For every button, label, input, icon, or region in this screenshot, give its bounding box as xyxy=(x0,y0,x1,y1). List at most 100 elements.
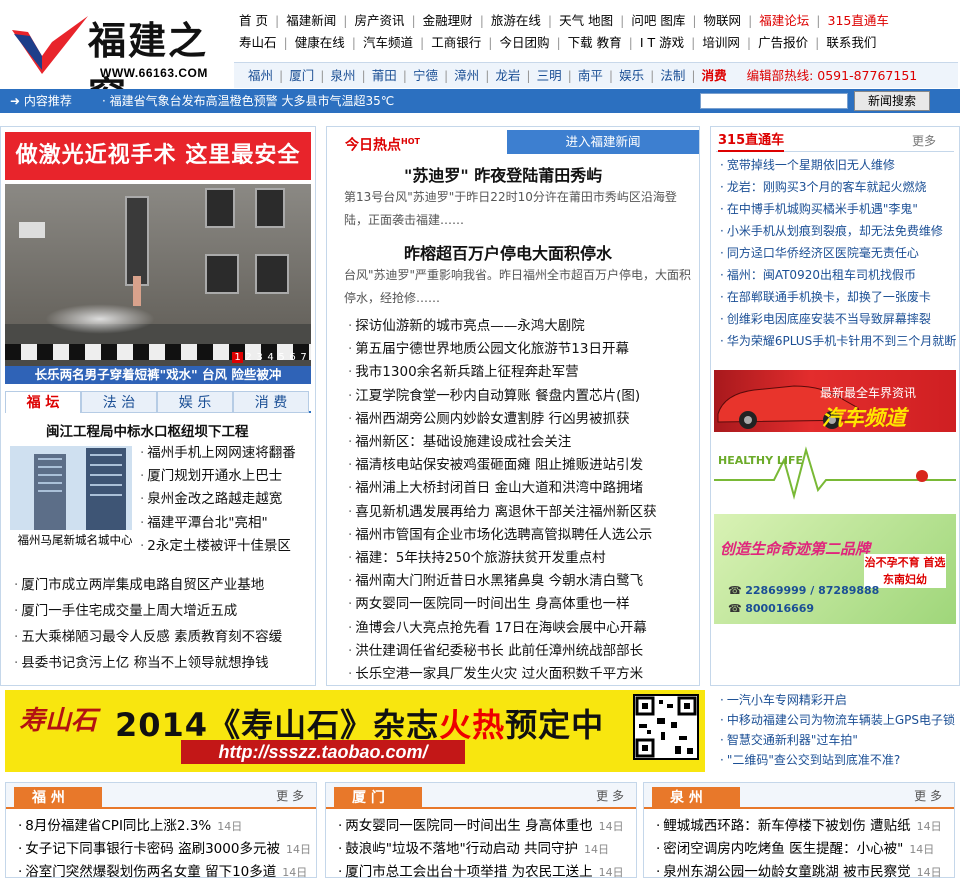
nav-item[interactable]: 下载 教育 xyxy=(561,32,629,54)
left-tab[interactable]: 福 坛 xyxy=(5,391,81,413)
city-more-link[interactable]: 更 多 xyxy=(596,787,624,805)
list-item[interactable]: 福州南大门附近昔日水黑猪鼻臭 今朝水清白鹭飞 xyxy=(348,570,657,593)
nav-item[interactable]: 首 页 xyxy=(232,10,275,32)
row-title[interactable]: 8月份福建省CPI同比上涨2.3% xyxy=(25,818,211,834)
list-item[interactable]: 第五届宁德世界地质公园文化旅游节13日开幕 xyxy=(348,338,657,361)
row-title[interactable]: 泉州东湖公园一幼龄女童跳湖 被市民察觉 xyxy=(663,864,910,880)
nav-item[interactable]: 物联网 xyxy=(697,10,749,32)
list-item[interactable]: 五大乘梯陋习最令人反感 素质教育刻不容缓 xyxy=(14,624,282,650)
city-nav-item[interactable]: 龙岩 xyxy=(489,63,526,89)
list-item[interactable]: 江夏学院食堂一秒内自动算账 餐盘内置芯片(图) xyxy=(348,385,657,408)
headline-1[interactable]: "苏迪罗" 昨夜登陆莆田秀屿 xyxy=(404,162,602,186)
recommend-text[interactable]: · 福建省气象台发布高温橙色预警 大多县市气温超35℃ xyxy=(102,89,394,113)
nav-item[interactable]: 寿山石 xyxy=(232,32,284,54)
right-more-link[interactable]: 更多 xyxy=(912,130,936,152)
list-item[interactable]: 福州浦上大桥封闭首日 金山大道和洪湾中路拥堵 xyxy=(348,477,657,500)
site-logo[interactable]: 福建之窗 WWW.66163.COM xyxy=(8,8,228,118)
list-item[interactable]: 福清核电站保安被鸡蛋砸面瘫 阻止摊贩进站引发 xyxy=(348,454,657,477)
list-item[interactable]: 福建：5年扶持250个旅游扶贫开发重点村 xyxy=(348,547,657,570)
feature-title[interactable]: 闽江工程局中标水口枢纽坝下工程 xyxy=(46,420,249,440)
pager-item[interactable]: 3 xyxy=(254,352,265,363)
city-more-link[interactable]: 更 多 xyxy=(276,787,304,805)
right-label[interactable]: 315直通车 xyxy=(718,130,785,152)
car-channel-ad[interactable]: 最新最全车界资讯 汽车频道 xyxy=(714,370,956,432)
list-item[interactable]: 在部郸联通手机换卡，却换了一张废卡 xyxy=(720,286,956,308)
list-item[interactable]: 厦门市成立两岸集成电路自贸区产业基地 xyxy=(14,572,282,598)
list-item[interactable]: 福州：闽AT0920出租车司机找假币 xyxy=(720,264,956,286)
city-nav-item[interactable]: 宁德 xyxy=(407,63,444,89)
enter-fujian-news-link[interactable]: 进入福建新闻 xyxy=(507,130,699,154)
list-item[interactable]: 泉州金改之路越走越宽 xyxy=(140,488,296,511)
row-title[interactable]: 浴室门突然爆裂划伤两名女童 留下10多道 xyxy=(25,864,276,880)
photo-slideshow[interactable]: 1234567 长乐两名男子穿着短裤"戏水" 台风 险些被冲 xyxy=(5,184,311,384)
lasik-ad[interactable]: 做激光近视手术 这里最安全 xyxy=(5,132,311,180)
list-item[interactable]: 龙岩：刚购买3个月的客车就起火燃烧 xyxy=(720,176,956,198)
city-nav-item[interactable]: 泉州 xyxy=(324,63,361,89)
city-nav-item[interactable]: 厦门 xyxy=(283,63,320,89)
row-title[interactable]: 两女婴同一医院同一时间出生 身高体重也 xyxy=(345,818,592,834)
list-item[interactable]: 华为荣耀6PLUS手机卡针用不到三个月就断 xyxy=(720,330,956,352)
list-item[interactable]: 福建平潭台北"亮相" xyxy=(140,512,296,535)
nav-item[interactable]: I T 游戏 xyxy=(633,32,691,54)
nav-item[interactable]: 问吧 图库 xyxy=(624,10,692,32)
list-item[interactable]: 渔博会八大亮点抢先看 17日在海峡会展中心开幕 xyxy=(348,617,657,640)
list-item[interactable]: 县委书记贪污上亿 称当不上领导就想挣钱 xyxy=(14,650,282,676)
list-item[interactable]: 宽带掉线一个星期依旧无人维修 xyxy=(720,154,956,176)
table-row[interactable]: 鼓浪屿"垃圾不落地"行动启动 共同守护 14日 xyxy=(338,838,609,861)
list-item[interactable]: 洪仕建调任省纪委秘书长 此前任漳州统战部部长 xyxy=(348,640,657,663)
row-title[interactable]: 厦门市总工会出台十项举措 为农民工送上 xyxy=(345,864,592,880)
table-row[interactable]: 女子记下同事银行卡密码 盗刷3000多元被 14日 xyxy=(18,838,311,861)
table-row[interactable]: 8月份福建省CPI同比上涨2.3% 14日 xyxy=(18,815,242,838)
headline-2[interactable]: 昨榕超百万户停电大面积停水 xyxy=(404,240,612,264)
table-row[interactable]: 鲤城城西环路：新车停楼下被划伤 遭贴纸 14日 xyxy=(656,815,941,838)
feature-image[interactable] xyxy=(10,446,132,530)
clinic-ad[interactable]: 创造生命奇迹第二品牌 治不孕不育 首选东南妇幼 ☎ 22869999 / 872… xyxy=(714,514,956,624)
pager-item[interactable]: 5 xyxy=(276,352,287,363)
nav-item[interactable]: 天气 地图 xyxy=(552,10,620,32)
table-row[interactable]: 密闭空调房内吃烤鱼 医生提醒：小心被" 14日 xyxy=(656,838,934,861)
list-item[interactable]: 厦门一手住宅成交量上周大增近五成 xyxy=(14,598,282,624)
list-item[interactable]: 智慧交通新利器"过车拍" xyxy=(720,730,956,750)
city-label[interactable]: 泉 州 xyxy=(652,787,740,809)
city-label[interactable]: 福 州 xyxy=(14,787,102,809)
left-tab[interactable]: 法 治 xyxy=(81,391,157,413)
row-title[interactable]: 女子记下同事银行卡密码 盗刷3000多元被 xyxy=(25,841,280,857)
list-item[interactable]: 在中博手机城购买橘米手机遇"李鬼" xyxy=(720,198,956,220)
row-title[interactable]: 鼓浪屿"垃圾不落地"行动启动 共同守护 xyxy=(345,841,578,857)
nav-item[interactable]: 培训网 xyxy=(695,32,747,54)
city-label[interactable]: 厦 门 xyxy=(334,787,422,809)
list-item[interactable]: 小米手机从划痕到裂痕，却无法免费维修 xyxy=(720,220,956,242)
nav-item[interactable]: 工商银行 xyxy=(424,32,488,54)
city-nav-item[interactable]: 莆田 xyxy=(366,63,403,89)
city-nav-item[interactable]: 消费 xyxy=(696,63,733,89)
nav-item[interactable]: 广告报价 xyxy=(751,32,815,54)
list-item[interactable]: 中移动福建公司为物流车辆装上GPS电子锁 xyxy=(720,710,956,730)
list-item[interactable]: 一汽小车专网精彩开启 xyxy=(720,690,956,710)
list-item[interactable]: 福州西湖旁公厕内妙龄女遭割脖 行凶男被抓获 xyxy=(348,408,657,431)
list-item[interactable]: "二维码"查公交到站到底准不准? xyxy=(720,750,956,770)
health-life-ad[interactable]: HEALTHY LIFE xyxy=(714,440,956,508)
list-item[interactable]: 厦门规划开通水上巴士 xyxy=(140,465,296,488)
nav-item[interactable]: 福建论坛 xyxy=(752,10,816,32)
nav-item[interactable]: 今日团购 xyxy=(492,32,556,54)
pager-item[interactable]: 6 xyxy=(287,352,298,363)
nav-item[interactable]: 健康在线 xyxy=(288,32,352,54)
nav-item[interactable]: 汽车频道 xyxy=(356,32,420,54)
shoushan-stone-banner[interactable]: 寿山石 2014《寿山石》杂志火热预定中 http://ssszz.taobao… xyxy=(5,690,705,772)
left-tab[interactable]: 娱 乐 xyxy=(157,391,233,413)
news-search-button[interactable]: 新闻搜索 xyxy=(854,91,930,111)
left-tab[interactable]: 消 费 xyxy=(233,391,309,413)
nav-item[interactable]: 金融理财 xyxy=(416,10,480,32)
search-input[interactable] xyxy=(700,93,848,109)
list-item[interactable]: 福州市管国有企业市场化选聘高管拟聘任人选公示 xyxy=(348,524,657,547)
pager-item[interactable]: 2 xyxy=(243,352,254,363)
pager-item[interactable]: 1 xyxy=(232,352,243,363)
list-item[interactable]: 我市1300余名新兵踏上征程奔赴军营 xyxy=(348,361,657,384)
nav-item[interactable]: 房产资讯 xyxy=(347,10,411,32)
list-item[interactable]: 创维彩电因底座安装不当导致屏幕摔裂 xyxy=(720,308,956,330)
slideshow-pager[interactable]: 1234567 xyxy=(232,352,309,363)
city-nav-item[interactable]: 法制 xyxy=(654,63,691,89)
city-nav-item[interactable]: 福州 xyxy=(242,63,279,89)
table-row[interactable]: 两女婴同一医院同一时间出生 身高体重也 14日 xyxy=(338,815,623,838)
nav-item[interactable]: 联系我们 xyxy=(819,32,883,54)
